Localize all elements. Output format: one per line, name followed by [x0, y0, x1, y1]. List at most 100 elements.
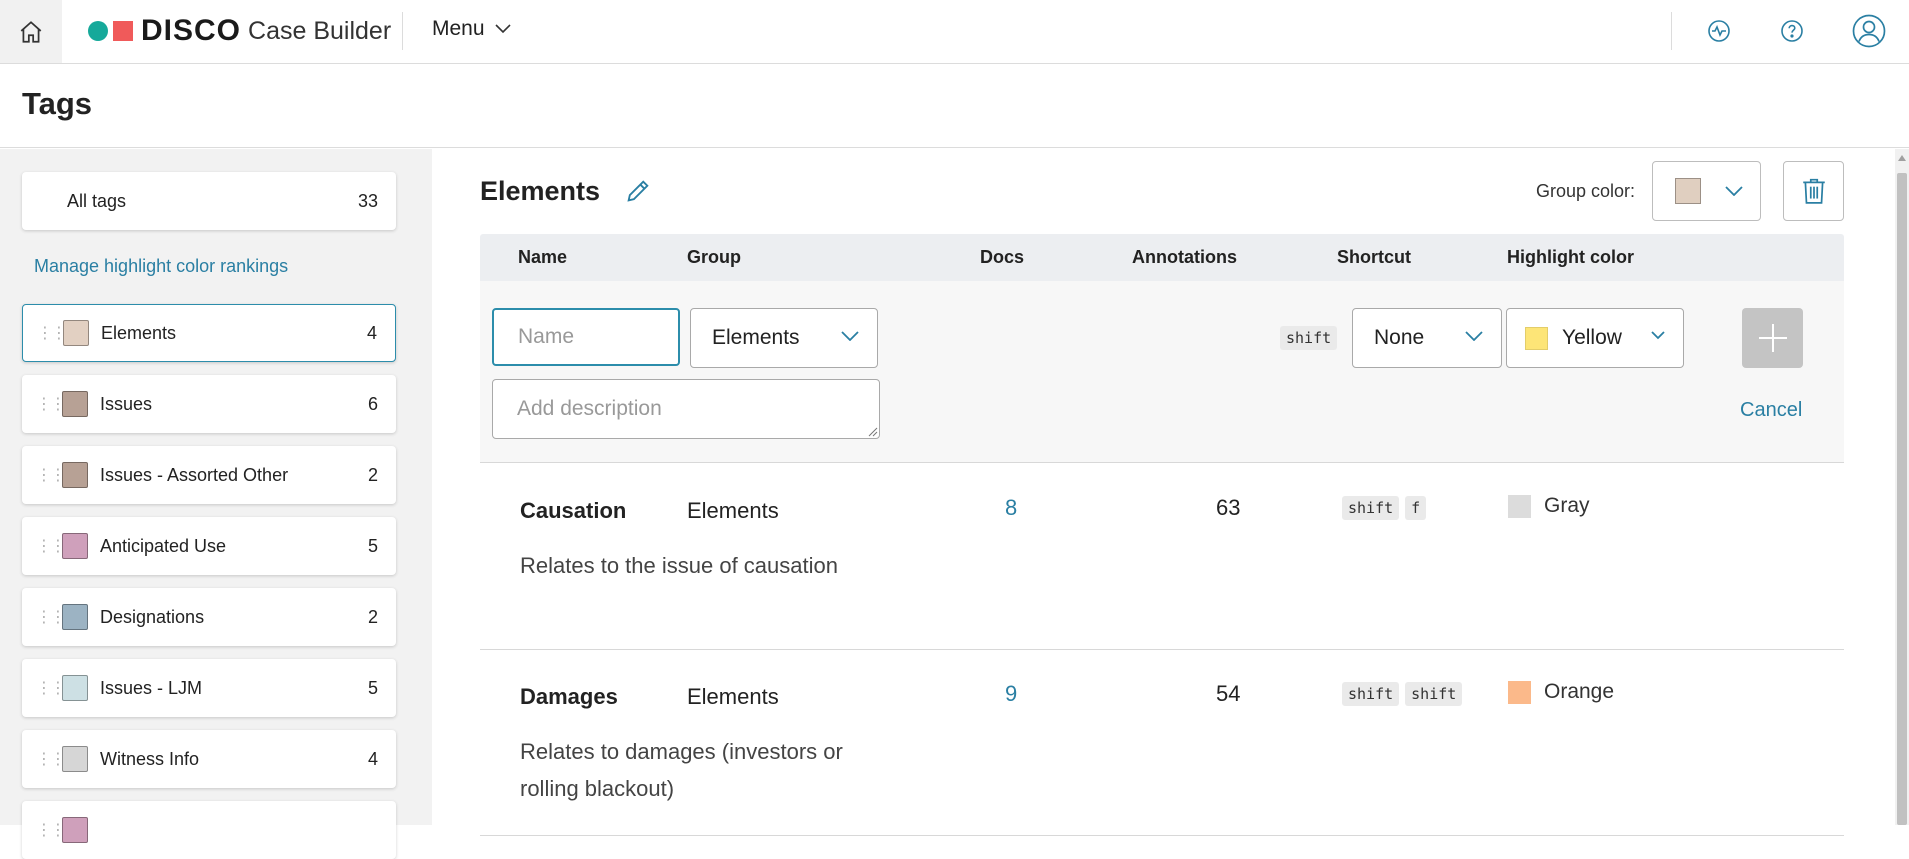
shortcut-key-select[interactable]: None [1352, 308, 1502, 368]
drag-handle-icon[interactable]: ⋮⋮ [36, 749, 66, 769]
group-color-swatch [62, 675, 88, 701]
shortcut-key: shift [1342, 682, 1400, 706]
sidebar-item-partial[interactable]: ⋮⋮ [22, 801, 396, 859]
group-color-label: Group color: [1536, 181, 1636, 201]
cancel-button[interactable]: Cancel [1740, 399, 1802, 422]
tags-table-header: Name Group Docs Annotations Shortcut Hig… [480, 234, 1844, 281]
tag-group: Elements [687, 498, 779, 523]
group-label: Issues - LJM [100, 677, 203, 698]
scroll-up-arrow-icon[interactable] [1898, 155, 1906, 161]
all-tags-count: 33 [357, 190, 378, 211]
add-tag-button[interactable] [1742, 308, 1803, 368]
highlight-color-select[interactable]: Yellow [1506, 308, 1684, 368]
delete-group-button[interactable] [1783, 161, 1844, 221]
shortcut-key: f [1405, 496, 1427, 520]
product-name: Case Builder [248, 16, 392, 45]
nav-divider [402, 12, 403, 50]
menu-label: Menu [432, 17, 485, 40]
group-count: 2 [367, 464, 378, 485]
chevron-down-icon [1725, 186, 1743, 196]
tag-group-value: Elements [712, 326, 800, 349]
sidebar-item-issues-ljm[interactable]: ⋮⋮ Issues - LJM 5 [22, 659, 396, 717]
resize-handle-icon[interactable] [868, 427, 878, 437]
all-tags-label: All tags [67, 190, 127, 211]
tag-group: Elements [687, 684, 779, 709]
app-logo[interactable]: DISCO Case Builder [88, 14, 391, 48]
drag-handle-icon[interactable]: ⋮⋮ [36, 607, 66, 627]
scrollbar-thumb[interactable] [1897, 173, 1907, 825]
sidebar-item-witness-info[interactable]: ⋮⋮ Witness Info 4 [22, 730, 396, 788]
logo-square-icon [113, 21, 133, 41]
plus-icon [1758, 324, 1787, 352]
help-icon [1781, 20, 1803, 42]
edit-group-button[interactable] [624, 177, 652, 210]
sidebar-item-elements[interactable]: ⋮⋮ Elements 4 [22, 304, 396, 362]
sidebar-item-anticipated-use[interactable]: ⋮⋮ Anticipated Use 5 [22, 517, 396, 575]
group-title: Elements [480, 176, 601, 206]
chevron-down-icon [1651, 331, 1665, 340]
group-count: 6 [367, 393, 378, 414]
activity-icon [1708, 20, 1730, 42]
sidebar-item-designations[interactable]: ⋮⋮ Designations 2 [22, 588, 396, 646]
highlight-color-value: Yellow [1562, 326, 1622, 349]
all-tags-item[interactable]: All tags 33 [22, 172, 396, 230]
help-button[interactable] [1775, 14, 1809, 48]
tag-group-select[interactable]: Elements [690, 308, 878, 368]
tag-description-input[interactable]: Add description [492, 379, 880, 439]
table-row[interactable]: Causation Elements 8 63 shift f Gray Rel… [480, 464, 1844, 650]
home-button[interactable] [0, 0, 62, 63]
group-count: 5 [367, 535, 378, 556]
group-color-swatch [62, 746, 88, 772]
drag-handle-icon[interactable]: ⋮⋮ [37, 323, 67, 343]
group-color-swatch [1675, 178, 1701, 204]
tag-annotations: 63 [1216, 495, 1241, 520]
chevron-down-icon [841, 331, 859, 341]
group-label: Designations [100, 606, 205, 627]
group-label: Witness Info [100, 748, 200, 769]
chevron-down-icon [1465, 331, 1483, 341]
main-menu-button[interactable]: Menu [432, 17, 511, 41]
main-scrollbar[interactable] [1895, 149, 1909, 825]
group-color-swatch [62, 391, 88, 417]
group-color-swatch [62, 462, 88, 488]
group-color-swatch [62, 533, 88, 559]
trash-icon [1802, 178, 1825, 204]
group-label: Issues - Assorted Other [100, 464, 289, 485]
sidebar-item-issues-assorted-other[interactable]: ⋮⋮ Issues - Assorted Other 2 [22, 446, 396, 504]
tag-docs-link[interactable]: 9 [1005, 681, 1017, 707]
table-row[interactable]: Damages Elements 9 54 shift shift Orange… [480, 650, 1844, 836]
tag-name-input[interactable]: Name [492, 308, 680, 366]
tag-shortcut: shift shift [1342, 682, 1463, 706]
activity-button[interactable] [1702, 14, 1736, 48]
tag-highlight-color: Gray [1508, 494, 1590, 518]
drag-handle-icon[interactable]: ⋮⋮ [36, 678, 66, 698]
tag-description: Relates to damages (investors or rolling… [520, 739, 843, 801]
logo-dot-icon [88, 21, 108, 41]
column-highlight-color: Highlight color [1507, 247, 1634, 267]
nav-divider [1671, 12, 1672, 50]
sidebar-item-issues[interactable]: ⋮⋮ Issues 6 [22, 375, 396, 433]
group-count: 4 [367, 748, 378, 769]
home-icon [20, 20, 42, 43]
drag-handle-icon[interactable]: ⋮⋮ [36, 536, 66, 556]
drag-handle-icon[interactable]: ⋮⋮ [36, 465, 66, 485]
column-name: Name [518, 247, 568, 267]
new-tag-form: Name Elements Add description shift None… [480, 281, 1844, 463]
drag-handle-icon[interactable]: ⋮⋮ [36, 820, 66, 840]
highlight-color-name: Gray [1544, 494, 1590, 517]
highlight-color-swatch [1508, 680, 1531, 704]
column-group: Group [687, 247, 741, 267]
shortcut-key: shift [1342, 496, 1400, 520]
group-count: 5 [367, 677, 378, 698]
group-color-dropdown[interactable] [1652, 161, 1761, 221]
drag-handle-icon[interactable]: ⋮⋮ [36, 394, 66, 414]
shortcut-key: shift [1405, 682, 1463, 706]
page-title: Tags [22, 86, 93, 121]
manage-highlight-rankings-link[interactable]: Manage highlight color rankings [34, 256, 288, 277]
brand-name: DISCO [141, 14, 242, 47]
highlight-color-swatch [1525, 326, 1548, 350]
user-account-button[interactable] [1852, 14, 1886, 48]
highlight-color-name: Orange [1544, 680, 1615, 703]
page-header: Tags [0, 64, 1909, 148]
tag-docs-link[interactable]: 8 [1005, 495, 1017, 521]
